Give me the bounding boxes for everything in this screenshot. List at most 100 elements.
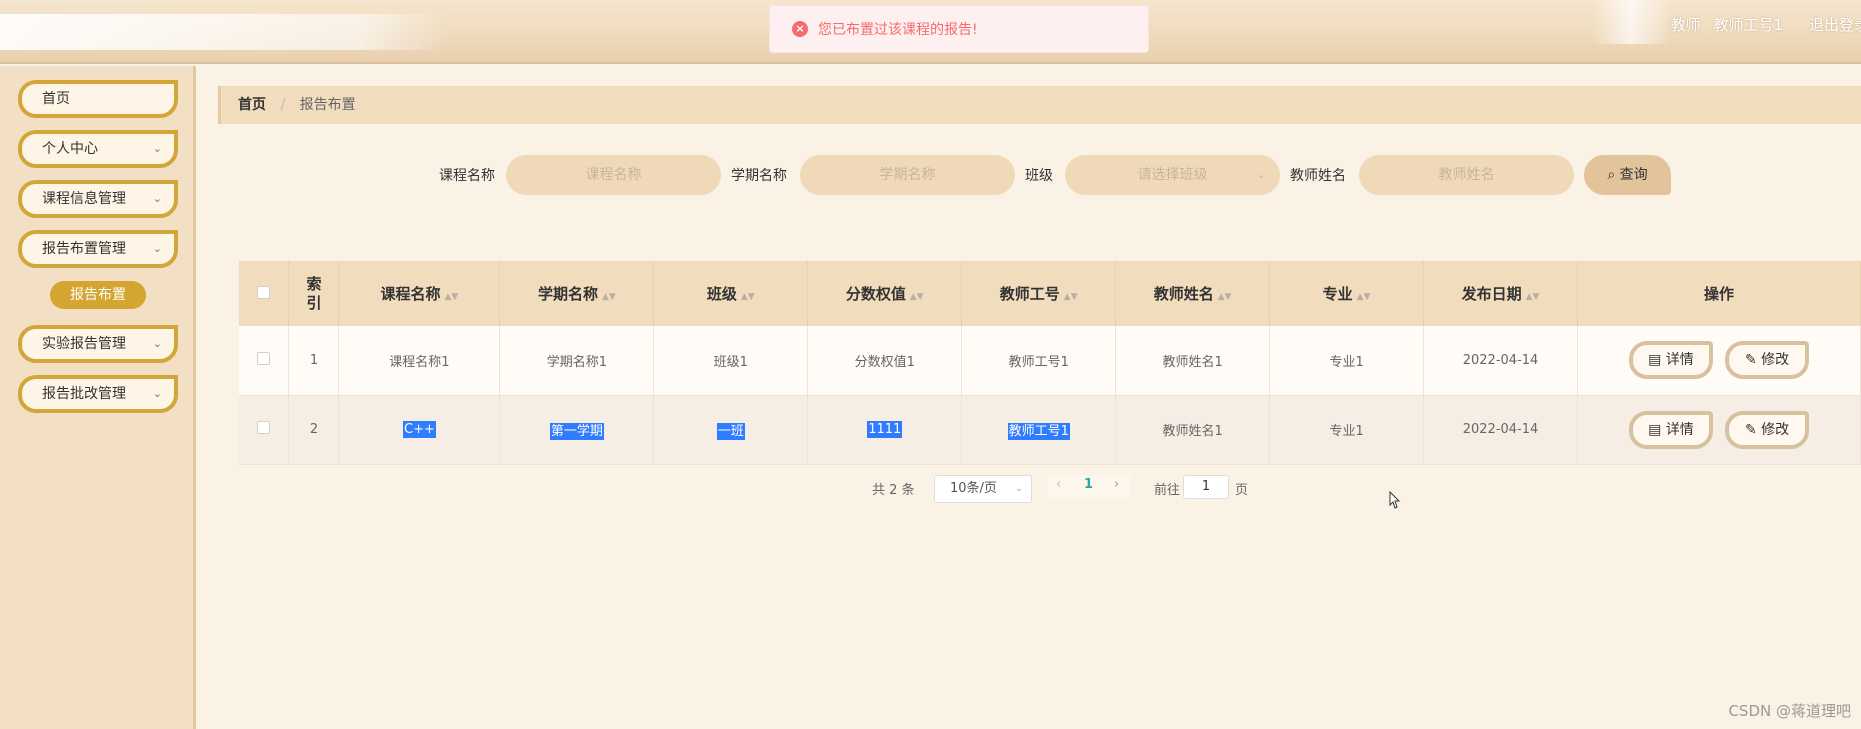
search-button[interactable]: ⌕ 查询 <box>1584 155 1671 195</box>
sort-icon[interactable]: ▲▼ <box>1218 292 1232 302</box>
column-header-label: 班级 <box>706 285 737 303</box>
chevron-down-icon: ⌄ <box>152 192 162 205</box>
detail-button-label: 详情 <box>1665 352 1694 369</box>
column-header-label: 专业 <box>1322 285 1353 303</box>
sort-icon[interactable]: ▲▼ <box>1064 292 1078 302</box>
table-cell: 1 <box>288 326 340 396</box>
current-page-number[interactable]: 1 <box>1084 477 1093 492</box>
header-glow-right <box>1591 0 1671 44</box>
table-cell: 专业1 <box>1269 326 1425 396</box>
detail-button[interactable]: ▤ 详情 <box>1628 341 1713 380</box>
sidebar-item-lab-report[interactable]: 实验报告管理 ⌄ <box>18 325 178 363</box>
table-cell: 学期名称1 <box>499 326 655 396</box>
prev-page-icon[interactable]: ‹ <box>1056 477 1061 492</box>
table-cell: 教师工号1 <box>961 326 1117 396</box>
logout-link[interactable]: 退出登录 <box>1809 14 1861 35</box>
column-header[interactable]: 学期名称 ▲▼ <box>499 261 655 326</box>
sidebar-item-personal-center[interactable]: 个人中心 ⌄ <box>18 130 178 168</box>
class-label: 班级 <box>1025 168 1053 184</box>
table-cell: 班级1 <box>653 326 809 396</box>
column-header[interactable]: 教师工号 ▲▼ <box>961 261 1117 326</box>
course-name-label: 课程名称 <box>439 168 495 184</box>
sidebar-item-label: 报告布置管理 <box>42 241 126 257</box>
column-header-label: 发布日期 <box>1461 285 1522 303</box>
column-header[interactable]: 教师姓名 ▲▼ <box>1115 261 1271 326</box>
sidebar-item-label: 个人中心 <box>42 141 98 157</box>
breadcrumb-home[interactable]: 首页 <box>238 97 266 113</box>
table-cell: 教师姓名1 <box>1115 395 1271 465</box>
table-cell: C++ <box>338 395 501 465</box>
next-page-icon[interactable]: › <box>1114 477 1119 492</box>
term-name-input[interactable]: 学期名称 <box>800 155 1015 195</box>
column-header-label: 课程名称 <box>380 285 441 303</box>
sidebar-item-label: 首页 <box>42 91 70 107</box>
page-size-select[interactable]: 10条/页 ⌄ <box>934 475 1032 503</box>
table-row: 1 课程名称1 学期名称1 班级1 分数权值1 教师工号1 教师姓名1 专业1 … <box>239 326 1861 396</box>
page-nav: ‹ 1 › <box>1048 475 1130 499</box>
column-header-label: 操作 <box>1703 285 1734 303</box>
column-header-label: 教师工号 <box>999 285 1060 303</box>
edit-button-label: 修改 <box>1761 421 1790 438</box>
table-header-row: 索引 课程名称 ▲▼ 学期名称 ▲▼ 班级 ▲▼ 分数权值 ▲▼ 教师工号 ▲▼ 教师姓名… <box>239 261 1861 326</box>
edit-button-label: 修改 <box>1761 352 1790 369</box>
sort-icon[interactable]: ▲▼ <box>741 292 755 302</box>
sidebar-item-label: 报告批改管理 <box>42 386 126 402</box>
class-select-placeholder: 请选择班级 <box>1137 167 1208 183</box>
column-header[interactable]: 分数权值 ▲▼ <box>807 261 963 326</box>
column-header[interactable]: 专业 ▲▼ <box>1269 261 1425 326</box>
teacher-name-input[interactable]: 教师姓名 <box>1359 155 1574 195</box>
report-table: 索引 课程名称 ▲▼ 学期名称 ▲▼ 班级 ▲▼ 分数权值 ▲▼ 教师工号 ▲▼ 教师姓名… <box>239 261 1861 465</box>
sidebar-item-home[interactable]: 首页 <box>18 80 178 118</box>
edit-button[interactable]: ✎ 修改 <box>1725 341 1810 380</box>
table-cell: 课程名称1 <box>338 326 501 396</box>
sidebar-item-label: 实验报告管理 <box>42 336 126 352</box>
detail-button[interactable]: ▤ 详情 <box>1628 410 1713 449</box>
sort-icon[interactable]: ▲▼ <box>445 292 459 302</box>
breadcrumb-current: 报告布置 <box>299 97 356 113</box>
column-header-label: 学期名称 <box>537 285 598 303</box>
table-cell: 分数权值1 <box>807 326 963 396</box>
sidebar: 首页 个人中心 ⌄ 课程信息管理 ⌄ 报告布置管理 ⌄ 报告布置 实验报告管理 … <box>0 66 196 729</box>
sidebar-subitem-report-assign[interactable]: 报告布置 <box>50 281 146 309</box>
detail-button-label: 详情 <box>1665 421 1694 438</box>
sort-icon[interactable]: ▲▼ <box>910 292 924 302</box>
course-name-input[interactable]: 课程名称 <box>506 155 721 195</box>
goto-label: 前往 <box>1154 483 1181 498</box>
sidebar-item-course-info[interactable]: 课程信息管理 ⌄ <box>18 180 178 218</box>
sidebar-item-report-assign[interactable]: 报告布置管理 ⌄ <box>18 230 178 268</box>
table-cell: 2022-04-14 <box>1423 326 1578 396</box>
breadcrumb-separator: / <box>280 97 286 113</box>
sort-icon[interactable]: ▲▼ <box>1357 292 1371 302</box>
column-header[interactable]: 发布日期 ▲▼ <box>1423 261 1578 326</box>
selected-text: C++ <box>403 421 436 438</box>
goto-page-input[interactable]: 1 <box>1183 475 1229 499</box>
pagination-total: 共 2 条 <box>872 483 915 498</box>
table-cell: 2022-04-14 <box>1423 395 1578 465</box>
select-all-checkbox[interactable] <box>257 285 271 299</box>
sort-icon[interactable]: ▲▼ <box>1526 292 1540 302</box>
row-checkbox[interactable] <box>257 351 271 365</box>
pencil-icon: ✎ <box>1744 421 1757 438</box>
sort-icon[interactable]: ▲▼ <box>602 292 616 302</box>
term-name-label: 学期名称 <box>731 168 787 184</box>
column-header[interactable]: 班级 ▲▼ <box>653 261 809 326</box>
pencil-icon: ✎ <box>1744 352 1757 369</box>
sidebar-item-report-grading[interactable]: 报告批改管理 ⌄ <box>18 375 178 413</box>
row-checkbox[interactable] <box>257 421 271 434</box>
chevron-down-icon: ⌄ <box>152 387 162 400</box>
mouse-cursor-icon <box>1389 491 1401 509</box>
user-role: 教师 <box>1670 16 1701 34</box>
class-select[interactable]: 请选择班级 ⌄ <box>1065 155 1280 195</box>
breadcrumb: 首页 / 报告布置 <box>218 86 1861 124</box>
column-header[interactable]: 课程名称 ▲▼ <box>338 261 501 326</box>
document-icon: ▤ <box>1648 352 1662 369</box>
pagination: 共 2 条 10条/页 ⌄ ‹ 1 › 前往 1 页 <box>199 475 1861 505</box>
header-glow-left <box>0 14 450 50</box>
main-content: 首页 / 报告布置 课程名称 课程名称 学期名称 学期名称 班级 请选择班级 ⌄… <box>199 66 1861 729</box>
table-cell: 第一学期 <box>499 395 655 465</box>
actions-cell: ▤ 详情 ✎ 修改 <box>1577 395 1861 465</box>
table-cell: 一班 <box>653 395 809 465</box>
error-toast: × 您已布置过该课程的报告! <box>769 5 1149 53</box>
edit-button[interactable]: ✎ 修改 <box>1725 410 1810 449</box>
table-cell: 教师工号1 <box>961 395 1117 465</box>
